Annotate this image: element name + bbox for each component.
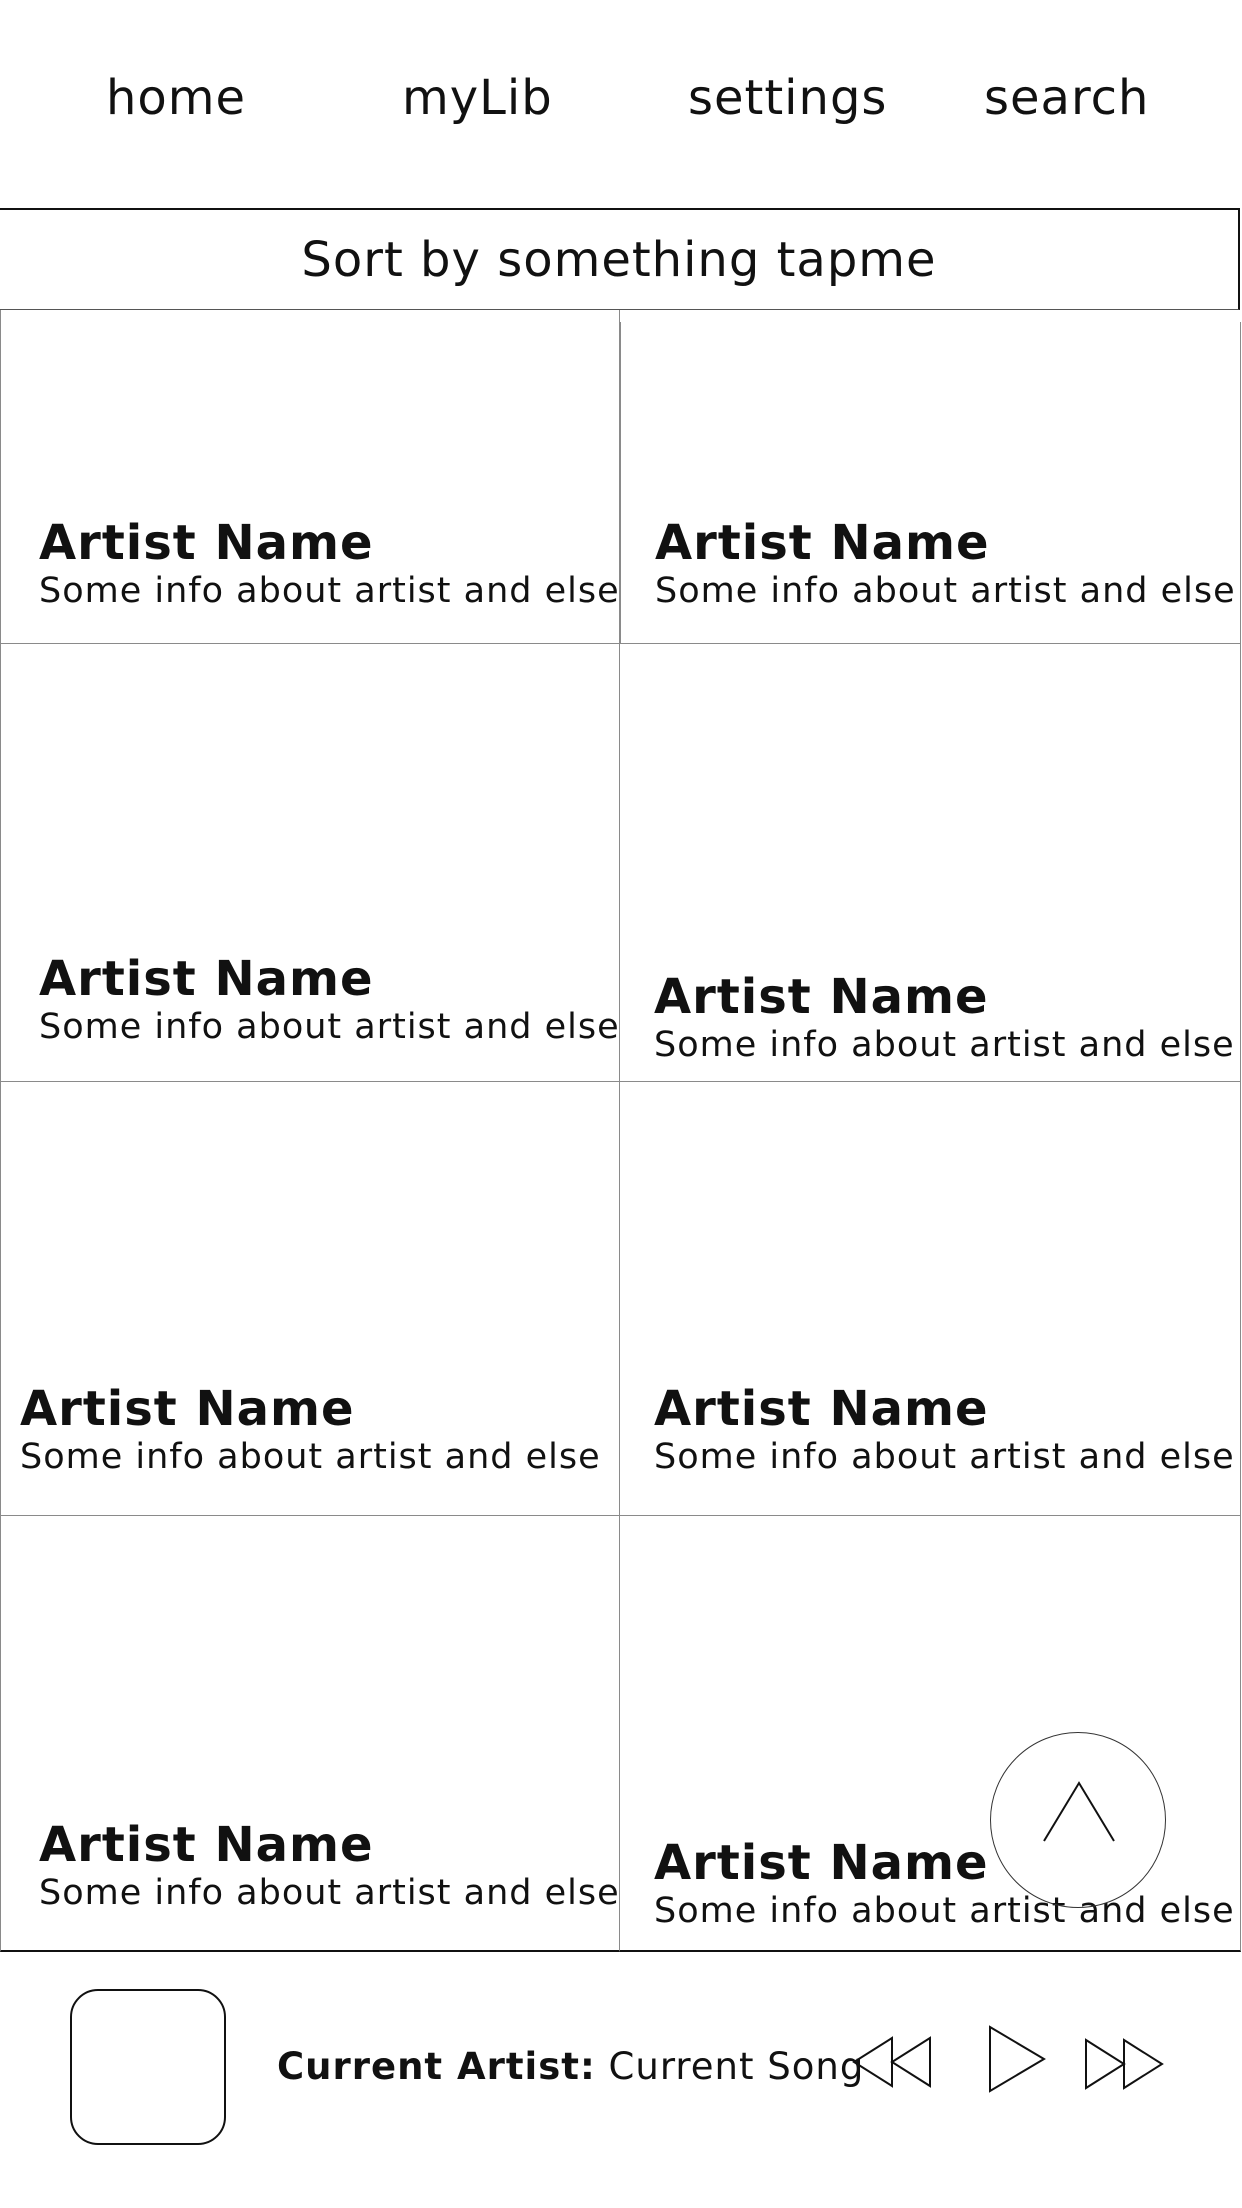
artist-name: Artist Name xyxy=(20,1381,355,1437)
artist-info: Some info about artist and else xyxy=(20,1437,601,1477)
artist-grid: Artist Name Some info about artist and e… xyxy=(0,310,1242,1952)
chevron-up-icon xyxy=(1043,1781,1115,1842)
artist-name: Artist Name xyxy=(655,515,990,571)
artist-card[interactable]: Artist Name Some info about artist and e… xyxy=(0,1516,620,1952)
rewind-icon xyxy=(852,2036,931,2088)
play-icon xyxy=(989,2025,1046,2093)
top-navigation: home myLib settings search xyxy=(0,0,1242,208)
artist-info: Some info about artist and else xyxy=(655,571,1236,611)
player-bar: Current Artist: Current Song xyxy=(0,1954,1242,2208)
artist-info: Some info about artist and else xyxy=(39,1007,620,1047)
artist-name: Artist Name xyxy=(39,1817,374,1873)
fast-forward-button[interactable] xyxy=(1084,2036,1164,2092)
current-song: Current Song xyxy=(608,2045,865,2088)
nav-search[interactable]: search xyxy=(984,68,1149,128)
album-art[interactable] xyxy=(70,1989,226,2145)
artist-card[interactable]: Artist Name Some info about artist and e… xyxy=(620,322,1241,644)
nav-home[interactable]: home xyxy=(106,68,246,128)
nav-settings[interactable]: settings xyxy=(688,68,887,128)
artist-info: Some info about artist and else xyxy=(654,1025,1235,1065)
fast-forward-icon xyxy=(1085,2038,1164,2090)
scroll-to-top-button[interactable] xyxy=(990,1732,1166,1908)
artist-info: Some info about artist and else xyxy=(39,1873,620,1913)
artist-card[interactable]: Artist Name Some info about artist and e… xyxy=(620,1082,1241,1516)
nav-mylib[interactable]: myLib xyxy=(402,68,553,128)
artist-card[interactable]: Artist Name Some info about artist and e… xyxy=(0,644,620,1082)
now-playing: Current Artist: Current Song xyxy=(277,2042,864,2092)
artist-card[interactable]: Artist Name Some info about artist and e… xyxy=(0,310,620,644)
sort-button[interactable]: Sort by something tapme xyxy=(0,208,1240,310)
artist-info: Some info about artist and else xyxy=(39,571,620,611)
artist-card[interactable]: Artist Name Some info about artist and e… xyxy=(620,644,1241,1082)
artist-card[interactable]: Artist Name Some info about artist and e… xyxy=(0,1082,620,1516)
artist-name: Artist Name xyxy=(39,515,374,571)
artist-name: Artist Name xyxy=(654,969,989,1025)
rewind-button[interactable] xyxy=(852,2034,932,2090)
artist-name: Artist Name xyxy=(654,1381,989,1437)
artist-info: Some info about artist and else xyxy=(654,1437,1235,1477)
sort-label: Sort by something tapme xyxy=(301,231,937,288)
current-artist-label: Current Artist: xyxy=(277,2045,596,2088)
play-button[interactable] xyxy=(986,2024,1048,2094)
artist-name: Artist Name xyxy=(39,951,374,1007)
